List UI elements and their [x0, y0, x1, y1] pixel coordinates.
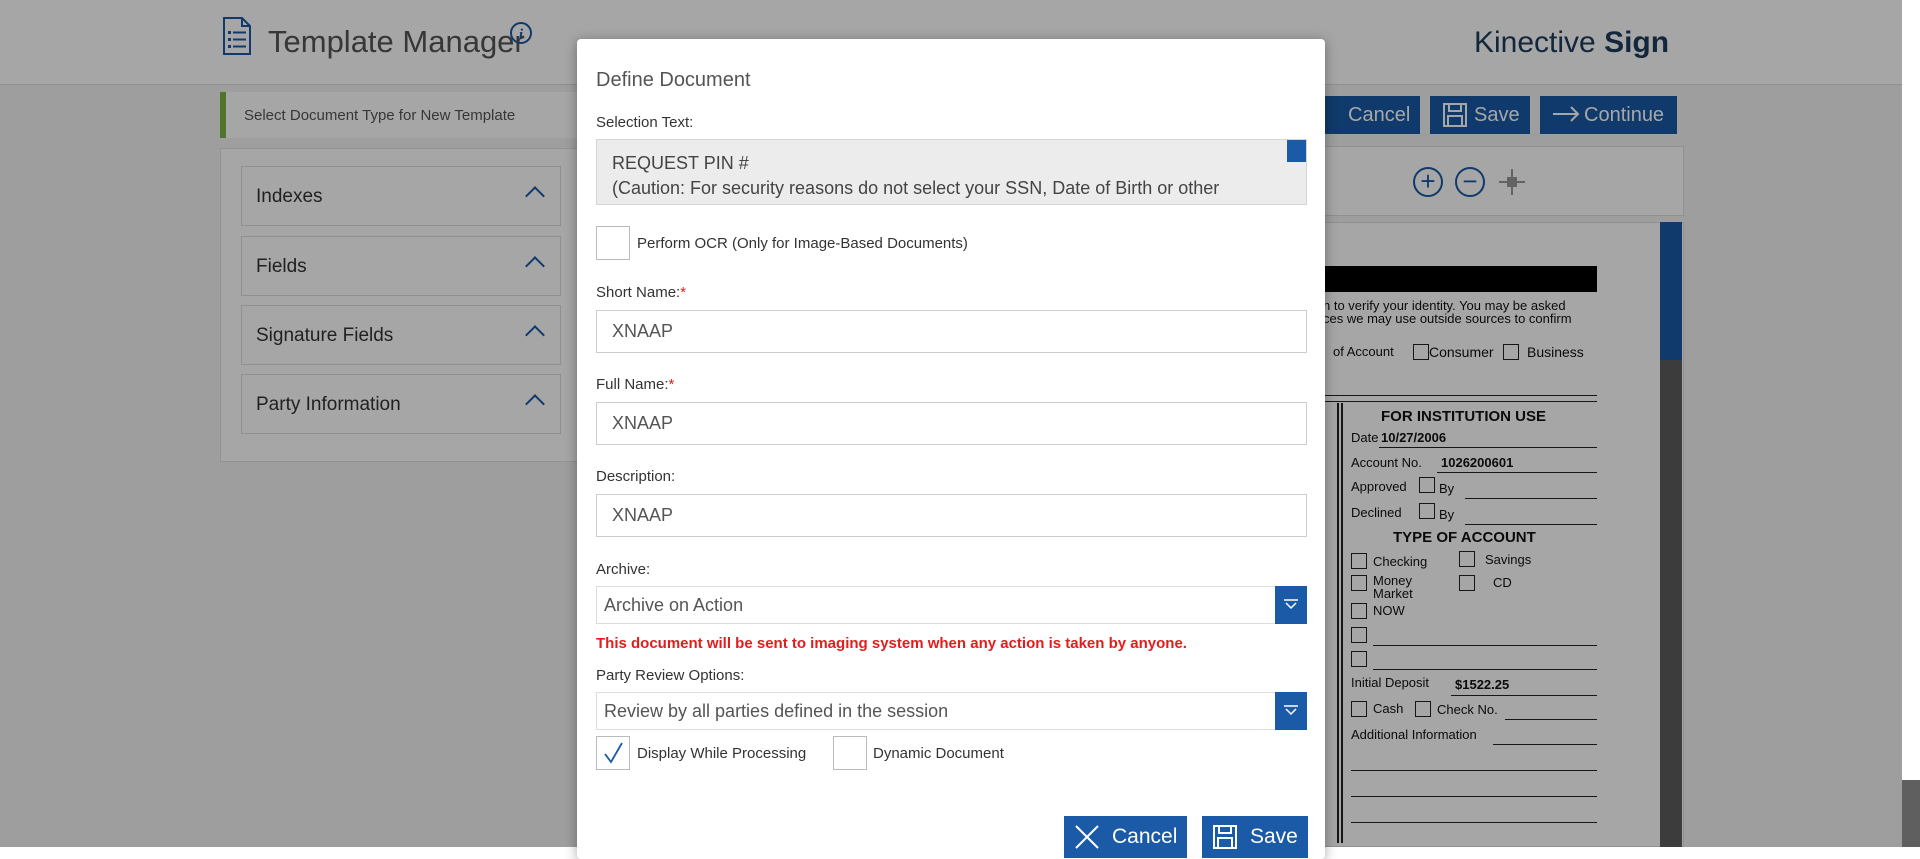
checkmark-icon — [604, 742, 623, 764]
chevron-down-icon — [1284, 705, 1298, 716]
save-button-label: Save — [1250, 825, 1298, 848]
chevron-down-icon — [1284, 599, 1298, 610]
description-input[interactable] — [596, 494, 1307, 537]
dynamic-document-label: Dynamic Document — [873, 745, 1004, 762]
short-name-label-text: Short Name: — [596, 284, 681, 301]
define-document-dialog: Define Document Selection Text: REQUEST … — [577, 39, 1325, 859]
party-review-select-value: Review by all parties defined in the ses… — [604, 701, 949, 721]
party-review-label: Party Review Options: — [596, 667, 745, 684]
archive-label: Archive: — [596, 561, 651, 578]
save-icon — [1213, 825, 1237, 849]
display-while-processing-checkbox[interactable] — [596, 736, 630, 770]
party-review-dropdown-button[interactable] — [1275, 692, 1307, 730]
archive-dropdown-button[interactable] — [1275, 586, 1307, 624]
party-review-select[interactable]: Review by all parties defined in the ses… — [596, 692, 1307, 730]
selection-text-label: Selection Text: — [596, 114, 694, 131]
short-name-label: Short Name:* — [596, 284, 686, 301]
full-name-input[interactable] — [596, 402, 1307, 445]
archive-select[interactable]: Archive on Action — [596, 586, 1307, 624]
archive-warning: This document will be sent to imaging sy… — [596, 635, 1187, 652]
full-name-label: Full Name:* — [596, 376, 674, 393]
save-button[interactable]: Save — [1202, 816, 1308, 858]
required-mark: * — [680, 284, 687, 301]
description-label: Description: — [596, 468, 676, 485]
page-scrollbar-thumb[interactable] — [1902, 0, 1920, 780]
display-while-processing-label: Display While Processing — [637, 745, 807, 762]
selection-text-area[interactable]: REQUEST PIN # (Caution: For security rea… — [596, 139, 1307, 205]
page-scrollbar[interactable] — [1902, 0, 1920, 847]
perform-ocr-label: Perform OCR (Only for Image-Based Docume… — [637, 235, 968, 252]
short-name-input[interactable] — [596, 310, 1307, 353]
archive-select-value: Archive on Action — [604, 595, 744, 615]
selection-text-line: REQUEST PIN # — [612, 153, 749, 173]
selection-text-content: REQUEST PIN # (Caution: For security rea… — [612, 151, 1272, 201]
close-icon — [1075, 825, 1099, 849]
dynamic-document-checkbox[interactable] — [833, 736, 867, 770]
full-name-label-text: Full Name: — [596, 376, 669, 393]
perform-ocr-checkbox[interactable] — [596, 226, 630, 260]
cancel-button[interactable]: Cancel — [1064, 816, 1187, 858]
selection-text-scrollbar[interactable] — [1287, 140, 1306, 162]
required-mark: * — [668, 376, 675, 393]
cancel-button-label: Cancel — [1112, 825, 1178, 848]
dialog-title: Define Document — [596, 69, 751, 91]
selection-text-line: (Caution: For security reasons do not se… — [612, 178, 1220, 198]
